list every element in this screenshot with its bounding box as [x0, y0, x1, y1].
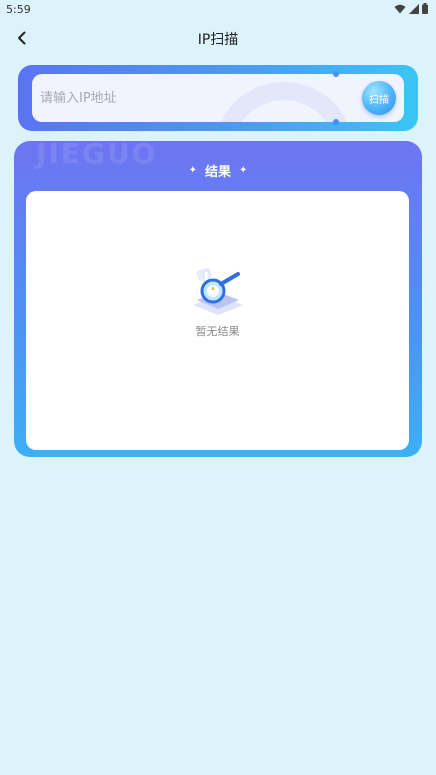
result-title-row: ✦ 结果 ✦: [14, 161, 422, 180]
scan-button[interactable]: 扫描: [362, 81, 396, 115]
wifi-icon: [394, 4, 406, 13]
sparkle-icon: ✦: [188, 165, 197, 176]
empty-search-illustration-icon: [193, 267, 243, 315]
status-time: 5:59: [6, 3, 31, 16]
result-card: JIEGUO ✦ 结果 ✦ 暂无结果: [14, 141, 422, 457]
card-notch-top: [333, 71, 339, 77]
result-panel: 暂无结果: [26, 191, 409, 450]
ip-address-input[interactable]: [40, 84, 340, 112]
empty-state-text: 暂无结果: [195, 325, 240, 338]
search-box: 扫描: [32, 74, 404, 122]
search-card: 扫描: [18, 65, 418, 131]
sparkle-icon: ✦: [239, 165, 248, 176]
page-title: IP扫描: [197, 32, 239, 48]
signal-icon: [409, 3, 419, 14]
status-bar: 5:59: [0, 0, 436, 18]
card-notch-bottom: [333, 119, 339, 125]
result-title: 结果: [204, 165, 231, 180]
nav-bar: IP扫描: [0, 20, 436, 56]
status-icons: [394, 3, 428, 14]
battery-icon: [422, 3, 428, 14]
